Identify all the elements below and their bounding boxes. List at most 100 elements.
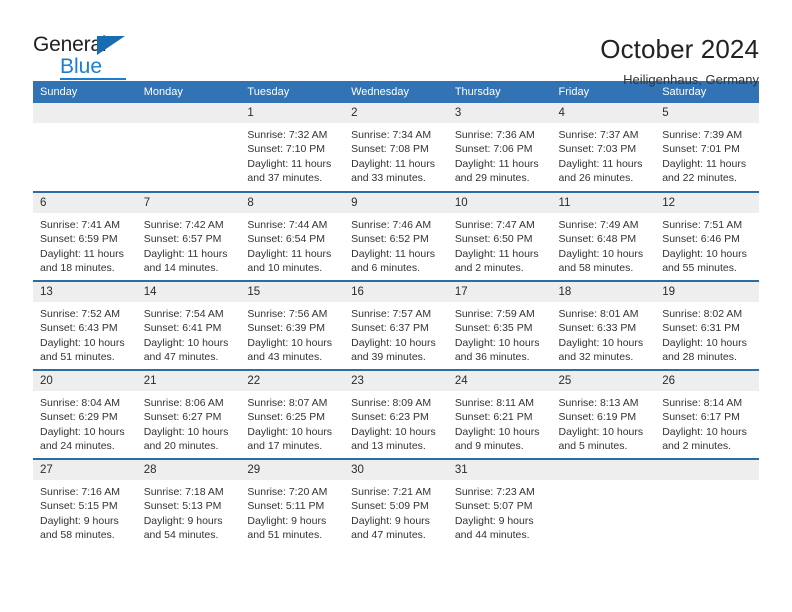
calendar-table: Sunday Monday Tuesday Wednesday Thursday… xyxy=(33,81,759,548)
day-sun-info: Sunrise: 7:23 AM Sunset: 5:07 PM Daylight:… xyxy=(448,480,552,542)
daylight-text-line1: Daylight: 11 hours xyxy=(40,247,124,260)
calendar-day-cell[interactable]: 4 Sunrise: 7:37 AM Sunset: 7:03 PM Daylight… xyxy=(551,103,656,192)
calendar-day-cell[interactable]: 11 Sunrise: 7:49 AM Sunset: 6:48 PM Dayligh… xyxy=(551,191,656,281)
sunset-text: Sunset: 6:21 PM xyxy=(454,411,533,424)
sunset-text: Sunset: 7:08 PM xyxy=(351,143,429,156)
daylight-text-line2: and 2 minutes. xyxy=(662,439,732,452)
calendar-day-cell[interactable]: 15 Sunrise: 7:56 AM Sunset: 6:39 PM Dayligh… xyxy=(240,280,345,370)
sunrise-text: Sunrise: 8:01 AM xyxy=(558,308,639,320)
sunset-text: Sunset: 6:54 PM xyxy=(247,233,326,246)
calendar-day-cell[interactable]: 31 Sunrise: 7:23 AM Sunset: 5:07 PM Dayligh… xyxy=(447,458,552,548)
calendar-empty-cell xyxy=(655,458,759,548)
daylight-text-line1: Daylight: 10 hours xyxy=(454,425,540,438)
weekday-header-sunday: Sunday xyxy=(33,81,137,103)
calendar-day-cell[interactable]: 5 Sunrise: 7:39 AM Sunset: 7:01 PM Daylight… xyxy=(655,103,759,192)
sunset-text: Sunset: 6:25 PM xyxy=(247,411,326,424)
sunrise-text: Sunrise: 7:46 AM xyxy=(351,219,432,231)
daylight-text-line1: Daylight: 10 hours xyxy=(351,425,436,438)
daylight-text-line1: Daylight: 9 hours xyxy=(40,514,119,527)
day-number: 17 xyxy=(447,282,552,302)
day-number: 7 xyxy=(136,193,241,213)
calendar-day-cell[interactable]: 12 Sunrise: 7:51 AM Sunset: 6:46 PM Dayligh… xyxy=(655,191,759,281)
calendar-day-cell[interactable]: 14 Sunrise: 7:54 AM Sunset: 6:41 PM Dayligh… xyxy=(136,280,241,370)
day-number: 21 xyxy=(136,371,241,391)
sunset-text: Sunset: 6:29 PM xyxy=(40,411,118,424)
calendar-day-cell[interactable]: 24 Sunrise: 8:11 AM Sunset: 6:21 PM Dayligh… xyxy=(447,369,552,459)
calendar-day-cell[interactable]: 9 Sunrise: 7:46 AM Sunset: 6:52 PM Daylight… xyxy=(344,191,448,281)
sunrise-text: Sunrise: 7:49 AM xyxy=(558,219,639,231)
sunset-text: Sunset: 6:59 PM xyxy=(40,233,118,246)
calendar-week-row: 13 Sunrise: 7:52 AM Sunset: 6:43 PM Dayligh… xyxy=(33,280,759,370)
daylight-text-line2: and 51 minutes. xyxy=(40,350,115,363)
daylight-text-line2: and 44 minutes. xyxy=(454,528,530,541)
day-sun-info: Sunrise: 8:14 AM Sunset: 6:17 PM Daylight:… xyxy=(655,391,759,453)
calendar-day-cell[interactable]: 17 Sunrise: 7:59 AM Sunset: 6:35 PM Dayligh… xyxy=(447,280,552,370)
calendar-day-cell[interactable]: 3 Sunrise: 7:36 AM Sunset: 7:06 PM Daylight… xyxy=(447,103,552,192)
calendar-empty-cell xyxy=(551,458,656,548)
daylight-text-line2: and 47 minutes. xyxy=(143,350,219,363)
calendar-day-cell[interactable]: 29 Sunrise: 7:20 AM Sunset: 5:11 PM Dayligh… xyxy=(240,458,345,548)
day-sun-info: Sunrise: 7:51 AM Sunset: 6:46 PM Daylight:… xyxy=(655,213,759,275)
day-number: 6 xyxy=(33,193,137,213)
daylight-text-line2: and 32 minutes. xyxy=(558,350,634,363)
day-number: 19 xyxy=(655,282,759,302)
calendar-day-cell[interactable]: 13 Sunrise: 7:52 AM Sunset: 6:43 PM Dayligh… xyxy=(33,280,137,370)
sunset-text: Sunset: 6:17 PM xyxy=(662,411,740,424)
sunrise-text: Sunrise: 7:42 AM xyxy=(143,219,224,231)
calendar-day-cell[interactable]: 25 Sunrise: 8:13 AM Sunset: 6:19 PM Dayligh… xyxy=(551,369,656,459)
title-block: October 2024 Heiligenhaus, Germany xyxy=(600,34,759,87)
daylight-text-line2: and 55 minutes. xyxy=(662,261,737,274)
calendar-day-cell[interactable]: 23 Sunrise: 8:09 AM Sunset: 6:23 PM Dayligh… xyxy=(344,369,448,459)
calendar-day-cell[interactable]: 10 Sunrise: 7:47 AM Sunset: 6:50 PM Dayligh… xyxy=(447,191,552,281)
day-sun-info: Sunrise: 7:57 AM Sunset: 6:37 PM Daylight:… xyxy=(344,302,448,364)
calendar-day-cell[interactable]: 18 Sunrise: 8:01 AM Sunset: 6:33 PM Dayligh… xyxy=(551,280,656,370)
day-number: 25 xyxy=(551,371,656,391)
day-sun-info: Sunrise: 7:21 AM Sunset: 5:09 PM Daylight:… xyxy=(344,480,448,542)
daylight-text-line1: Daylight: 10 hours xyxy=(143,425,229,438)
daylight-text-line2: and 51 minutes. xyxy=(247,528,323,541)
calendar-day-cell[interactable]: 28 Sunrise: 7:18 AM Sunset: 5:13 PM Dayligh… xyxy=(136,458,241,548)
day-sun-info: Sunrise: 7:32 AM Sunset: 7:10 PM Daylight:… xyxy=(240,123,344,185)
calendar-empty-cell xyxy=(136,103,241,192)
day-sun-info: Sunrise: 7:37 AM Sunset: 7:03 PM Daylight:… xyxy=(552,123,656,185)
day-sun-info: Sunrise: 7:34 AM Sunset: 7:08 PM Daylight:… xyxy=(344,123,448,185)
sunset-text: Sunset: 6:41 PM xyxy=(143,322,222,335)
calendar-day-cell[interactable]: 2 Sunrise: 7:34 AM Sunset: 7:08 PM Daylight… xyxy=(344,103,448,192)
calendar-day-cell[interactable]: 27 Sunrise: 7:16 AM Sunset: 5:15 PM Dayligh… xyxy=(33,458,137,548)
sunset-text: Sunset: 5:11 PM xyxy=(247,500,325,513)
calendar-day-cell[interactable]: 26 Sunrise: 8:14 AM Sunset: 6:17 PM Dayligh… xyxy=(655,369,759,459)
daylight-text-line1: Daylight: 10 hours xyxy=(454,336,540,349)
calendar-day-cell[interactable]: 19 Sunrise: 8:02 AM Sunset: 6:31 PM Dayligh… xyxy=(655,280,759,370)
calendar-day-cell[interactable]: 21 Sunrise: 8:06 AM Sunset: 6:27 PM Dayligh… xyxy=(136,369,241,459)
daylight-text-line1: Daylight: 11 hours xyxy=(247,247,332,260)
day-number xyxy=(33,103,137,123)
daylight-text-line1: Daylight: 10 hours xyxy=(558,336,644,349)
day-sun-info: Sunrise: 8:09 AM Sunset: 6:23 PM Daylight:… xyxy=(344,391,448,453)
sunset-text: Sunset: 6:39 PM xyxy=(247,322,326,335)
page-subtitle: Heiligenhaus, Germany xyxy=(623,71,759,87)
calendar-day-cell[interactable]: 20 Sunrise: 8:04 AM Sunset: 6:29 PM Dayligh… xyxy=(33,369,137,459)
day-sun-info: Sunrise: 7:44 AM Sunset: 6:54 PM Daylight:… xyxy=(240,213,344,275)
calendar-day-cell[interactable]: 6 Sunrise: 7:41 AM Sunset: 6:59 PM Daylight… xyxy=(33,191,137,281)
daylight-text-line1: Daylight: 10 hours xyxy=(143,336,229,349)
sunset-text: Sunset: 7:06 PM xyxy=(454,143,533,156)
weekday-header-thursday: Thursday xyxy=(447,81,552,103)
daylight-text-line1: Daylight: 11 hours xyxy=(247,157,332,170)
sunset-text: Sunset: 7:01 PM xyxy=(662,143,740,156)
sunrise-text: Sunrise: 7:16 AM xyxy=(40,486,120,498)
calendar-day-cell[interactable]: 22 Sunrise: 8:07 AM Sunset: 6:25 PM Dayligh… xyxy=(240,369,345,459)
sunrise-text: Sunrise: 7:36 AM xyxy=(454,129,535,141)
general-blue-logo: General Blue xyxy=(33,34,141,80)
calendar-day-cell[interactable]: 16 Sunrise: 7:57 AM Sunset: 6:37 PM Dayligh… xyxy=(344,280,448,370)
calendar-day-cell[interactable]: 8 Sunrise: 7:44 AM Sunset: 6:54 PM Daylight… xyxy=(240,191,345,281)
daylight-text-line2: and 18 minutes. xyxy=(40,261,115,274)
calendar-day-cell[interactable]: 30 Sunrise: 7:21 AM Sunset: 5:09 PM Dayligh… xyxy=(344,458,448,548)
sunrise-text: Sunrise: 8:02 AM xyxy=(662,308,743,320)
daylight-text-line2: and 29 minutes. xyxy=(454,171,530,184)
day-sun-info: Sunrise: 7:39 AM Sunset: 7:01 PM Daylight:… xyxy=(655,123,759,185)
calendar-day-cell[interactable]: 1 Sunrise: 7:32 AM Sunset: 7:10 PM Daylight… xyxy=(240,103,345,192)
calendar-day-cell[interactable]: 7 Sunrise: 7:42 AM Sunset: 6:57 PM Daylight… xyxy=(136,191,241,281)
day-number: 16 xyxy=(344,282,448,302)
sunrise-text: Sunrise: 8:04 AM xyxy=(40,397,120,409)
sunset-text: Sunset: 6:19 PM xyxy=(558,411,637,424)
